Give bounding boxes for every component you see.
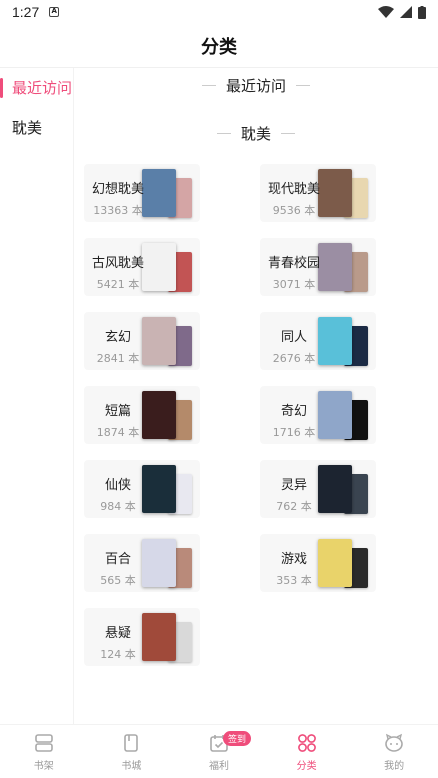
category-name: 游戏 xyxy=(280,552,307,567)
category-name: 短篇 xyxy=(104,404,131,419)
category-name: 悬疑 xyxy=(104,626,131,641)
tab-label: 我的 xyxy=(384,760,405,772)
bottom-tab-bar: 书架 书城 签到 福利 分类 我的 xyxy=(0,724,438,778)
grid-circles-icon xyxy=(297,733,316,752)
book-cover xyxy=(318,243,352,291)
status-time: 1:27 xyxy=(12,4,40,20)
tab-bookstore[interactable]: 书城 xyxy=(88,725,176,778)
category-count: 1716 本 xyxy=(272,426,316,439)
category-card[interactable]: 奇幻 1716 本 xyxy=(260,386,376,444)
page-header: 分类 xyxy=(0,24,438,68)
profile-face-icon xyxy=(385,733,403,752)
tab-bookshelf[interactable]: 书架 xyxy=(0,725,88,778)
category-card[interactable]: 古风耽美 5421 本 xyxy=(84,238,200,296)
category-card[interactable]: 青春校园 3071 本 xyxy=(260,238,376,296)
book-cover xyxy=(142,243,176,291)
signal-icon xyxy=(400,6,412,18)
tab-label: 福利 xyxy=(208,760,229,772)
book-cover xyxy=(318,317,352,365)
category-sidebar: 最近访问 耽美 xyxy=(0,68,74,724)
book-cover xyxy=(142,317,176,365)
category-card[interactable]: 百合 565 本 xyxy=(84,534,200,592)
notification-icon: A xyxy=(49,7,60,17)
category-name: 百合 xyxy=(104,552,131,567)
tab-welfare[interactable]: 签到 福利 xyxy=(175,725,263,778)
sidebar-item-danmei[interactable]: 耽美 xyxy=(0,108,73,148)
category-name: 现代耽美 xyxy=(267,182,320,197)
category-name: 灵异 xyxy=(280,478,307,493)
category-name: 幻想耽美 xyxy=(91,182,144,197)
book-cover xyxy=(318,539,352,587)
category-count: 1874 本 xyxy=(96,426,140,439)
book-cover xyxy=(142,391,176,439)
category-count: 5421 本 xyxy=(96,278,140,291)
tab-label: 分类 xyxy=(296,760,317,772)
category-name: 奇幻 xyxy=(280,404,307,419)
category-card[interactable]: 悬疑 124 本 xyxy=(84,608,200,666)
status-bar: 1:27 A xyxy=(0,0,438,24)
section-title-text: 耽美 xyxy=(240,124,271,143)
battery-icon xyxy=(418,5,426,19)
category-card[interactable]: 现代耽美 9536 本 xyxy=(260,164,376,222)
divider xyxy=(281,132,295,134)
book-cover xyxy=(142,169,176,217)
sidebar-item-label: 耽美 xyxy=(12,119,43,137)
category-count: 124 本 xyxy=(100,648,136,661)
category-count: 2676 本 xyxy=(272,352,316,365)
category-card[interactable]: 玄幻 2841 本 xyxy=(84,312,200,370)
category-count: 353 本 xyxy=(276,574,312,587)
category-card[interactable]: 仙侠 984 本 xyxy=(84,460,200,518)
book-cover xyxy=(142,539,176,587)
tab-label: 书城 xyxy=(121,760,142,772)
divider xyxy=(216,132,231,134)
status-icons xyxy=(378,5,426,19)
category-name: 玄幻 xyxy=(104,330,131,345)
bookshelf-icon xyxy=(34,733,53,752)
category-name: 仙侠 xyxy=(104,478,131,493)
checkin-badge: 签到 xyxy=(222,731,251,746)
category-name: 同人 xyxy=(280,330,307,345)
category-count: 9536 本 xyxy=(272,204,316,217)
book-cover xyxy=(318,169,352,217)
page-title: 分类 xyxy=(201,36,237,58)
category-card[interactable]: 游戏 353 本 xyxy=(260,534,376,592)
divider xyxy=(201,84,216,86)
section-title-danmei: 耽美 xyxy=(74,122,438,144)
category-count: 984 本 xyxy=(100,500,136,513)
sidebar-item-recent[interactable]: 最近访问 xyxy=(0,68,73,108)
tab-category[interactable]: 分类 xyxy=(263,725,351,778)
book-cover xyxy=(142,465,176,513)
category-count: 13363 本 xyxy=(93,204,143,217)
divider xyxy=(296,84,310,86)
tab-label: 书架 xyxy=(33,760,54,772)
category-count: 2841 本 xyxy=(96,352,140,365)
category-name: 青春校园 xyxy=(267,256,320,271)
book-cover xyxy=(318,391,352,439)
book-icon xyxy=(124,733,139,752)
sidebar-item-label: 最近访问 xyxy=(12,79,73,97)
tab-profile[interactable]: 我的 xyxy=(350,725,438,778)
book-cover xyxy=(318,465,352,513)
category-count: 3071 本 xyxy=(272,278,316,291)
wifi-icon xyxy=(378,6,394,18)
category-name: 古风耽美 xyxy=(91,256,144,271)
section-title-recent: 最近访问 xyxy=(74,74,438,96)
section-title-text: 最近访问 xyxy=(225,76,286,95)
category-card[interactable]: 短篇 1874 本 xyxy=(84,386,200,444)
category-count: 762 本 xyxy=(276,500,312,513)
category-card[interactable]: 幻想耽美 13363 本 xyxy=(84,164,200,222)
category-card[interactable]: 灵异 762 本 xyxy=(260,460,376,518)
book-cover xyxy=(142,613,176,661)
category-count: 565 本 xyxy=(100,574,136,587)
category-card[interactable]: 同人 2676 本 xyxy=(260,312,376,370)
